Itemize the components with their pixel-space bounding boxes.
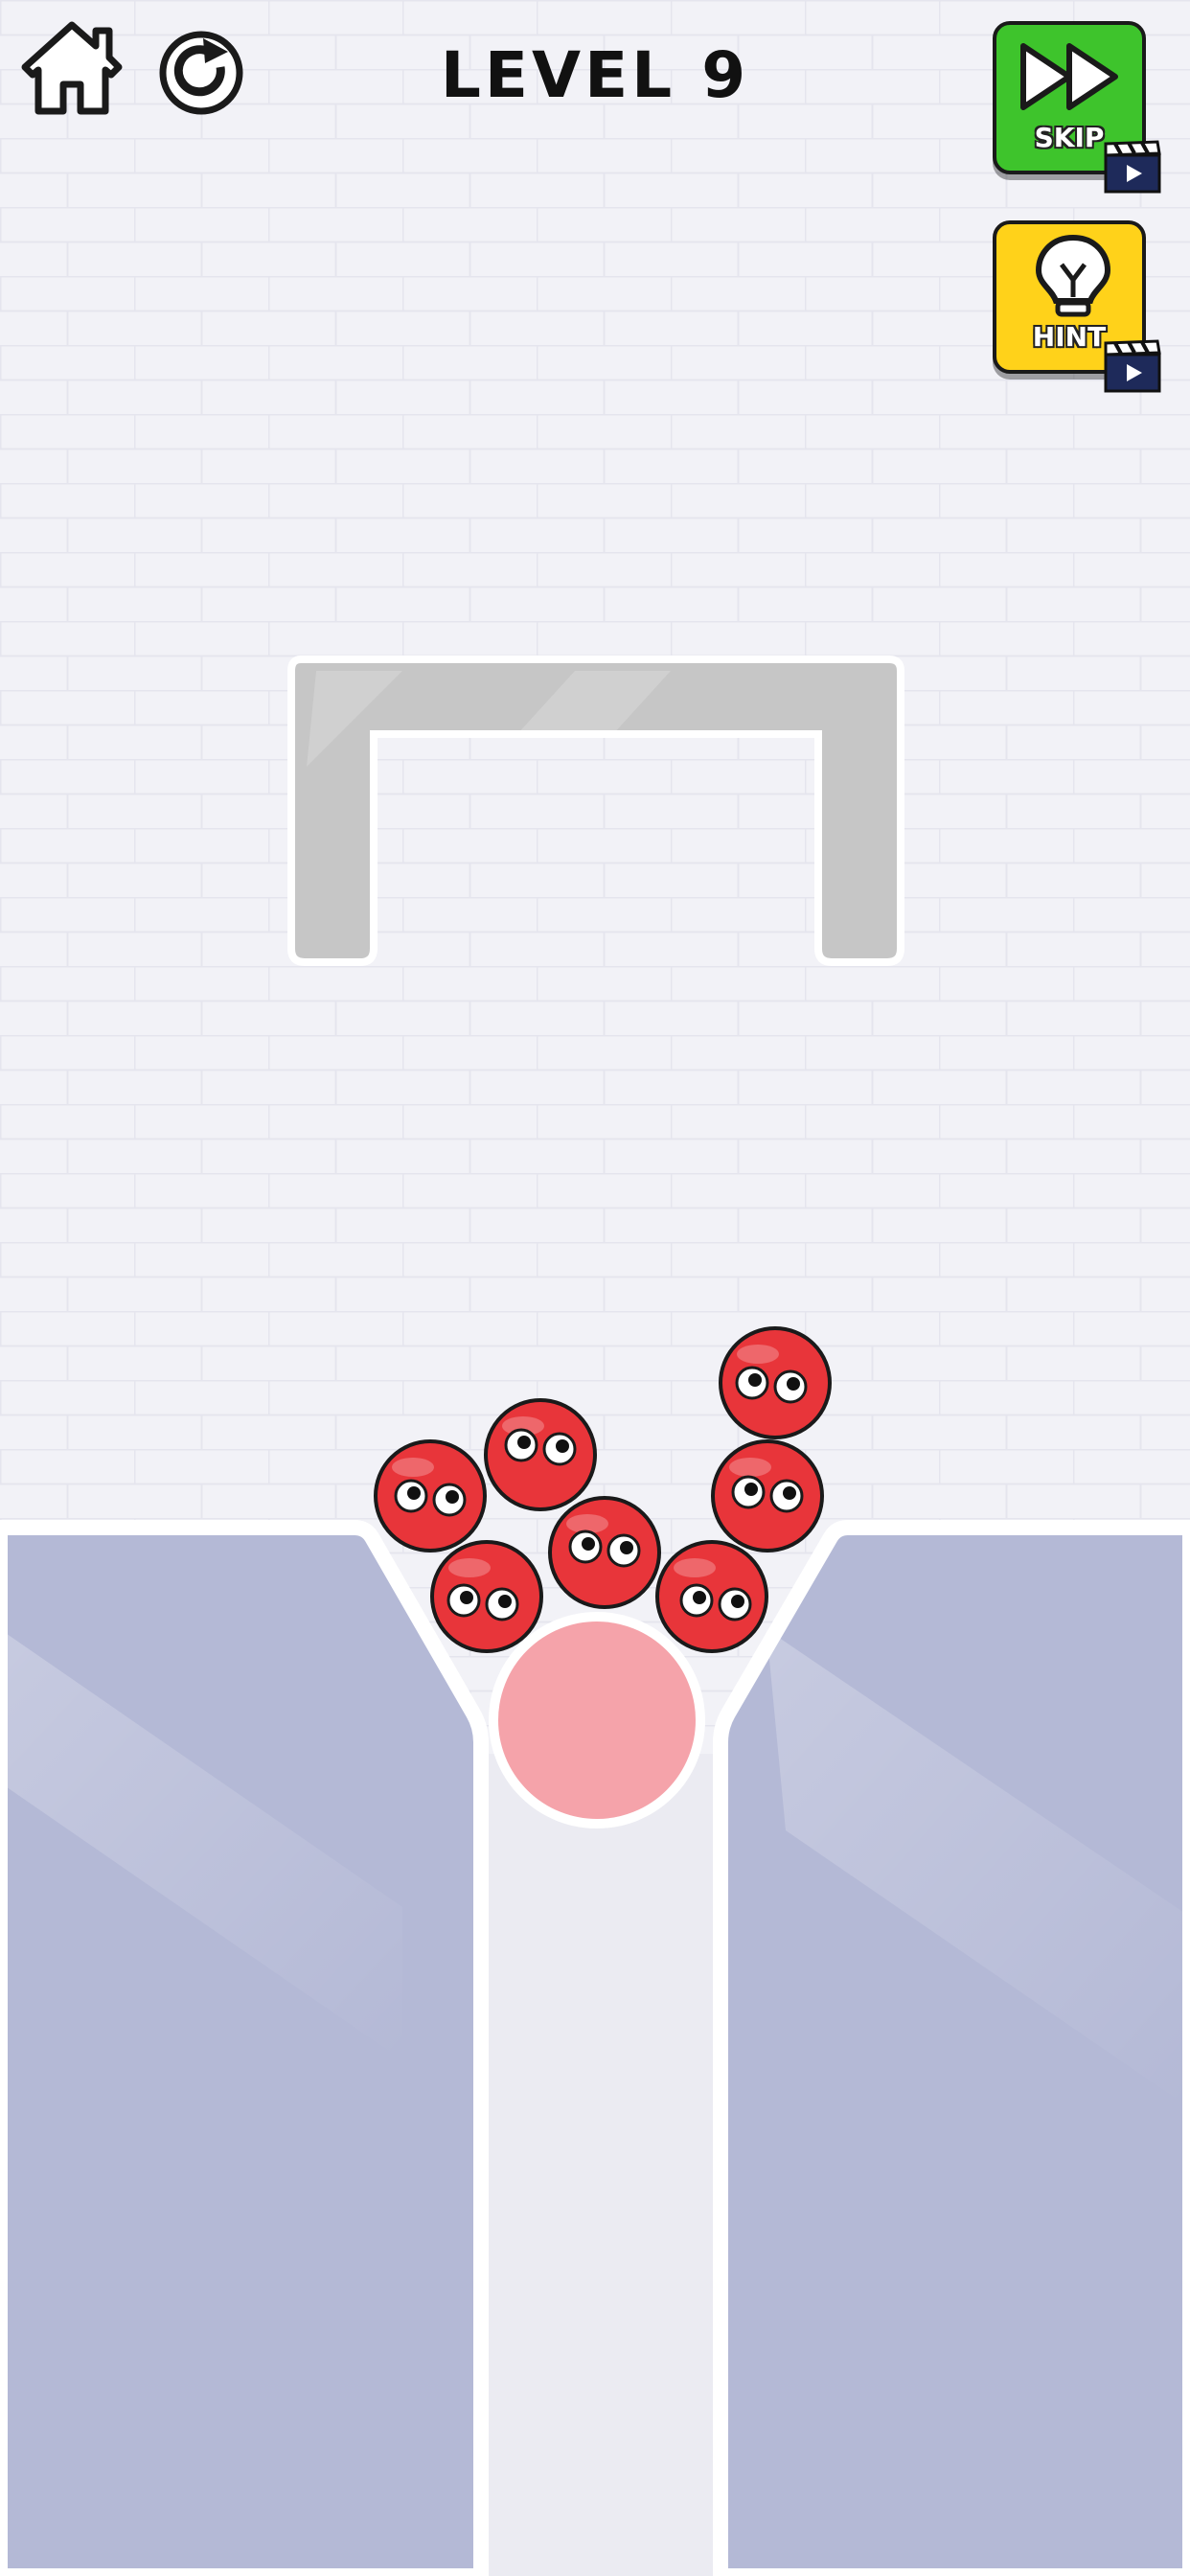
hint-button[interactable]: HINT: [993, 220, 1161, 393]
target-circle: [489, 1612, 705, 1828]
fast-forward-icon: [1020, 43, 1118, 110]
red-ball: [711, 1439, 824, 1552]
red-ball: [484, 1398, 597, 1511]
right-container: [713, 1520, 1190, 2576]
red-ball: [719, 1326, 832, 1439]
red-ball: [548, 1496, 661, 1609]
lightbulb-icon: [1035, 234, 1111, 317]
red-ball: [655, 1540, 768, 1653]
clapperboard-icon: [1104, 140, 1161, 194]
left-container: [0, 1520, 489, 2576]
skip-button[interactable]: SKIP: [993, 21, 1161, 194]
red-ball: [430, 1540, 543, 1653]
red-ball: [374, 1439, 487, 1552]
clapperboard-icon: [1104, 339, 1161, 393]
drop-channel: [489, 1754, 713, 2576]
game-board[interactable]: [0, 0, 1190, 2576]
